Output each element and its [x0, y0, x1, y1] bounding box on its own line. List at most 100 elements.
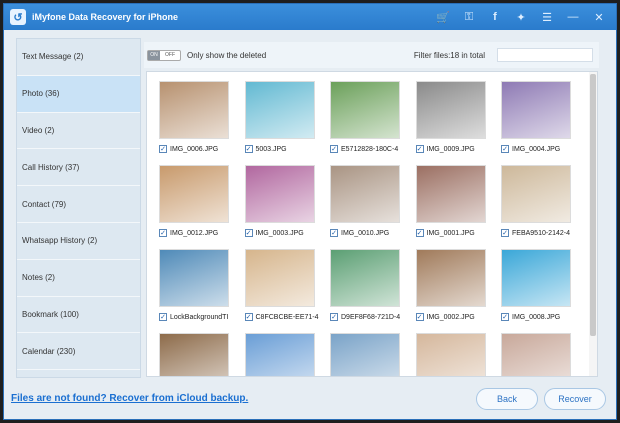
photo-thumbnail[interactable] [330, 249, 400, 307]
photo-thumbnail[interactable] [330, 165, 400, 223]
photo-grid: ✓ IMG_0006.JPG ✓ 5003.JPG ✓ E5712828-180C-4 ✓ I… [146, 71, 598, 377]
photo-tile[interactable]: ✓ IMG_0012.JPG [147, 156, 234, 237]
photo-tile[interactable]: ✓ IMG_0010.JPG [318, 156, 405, 237]
minimize-icon[interactable]: — [566, 10, 580, 24]
photo-caption: ✓ 5003.JPG [244, 145, 320, 153]
only-deleted-toggle[interactable]: ON OFF [147, 49, 181, 61]
sidebar-item-notes[interactable]: Notes (2) [17, 260, 140, 297]
photo-caption: ✓ IMG_0010.JPG [330, 229, 405, 237]
photo-tile[interactable]: ✓ IMG_0008.JPG [489, 240, 574, 321]
photo-thumbnail[interactable] [244, 333, 315, 376]
only-deleted-label: Only show the deleted [187, 50, 267, 60]
sidebar-item-whatsapp[interactable]: Whatsapp History (2) [17, 223, 140, 260]
photo-thumbnail[interactable] [159, 333, 229, 376]
filter-count-label: Filter files:18 in total [413, 50, 485, 60]
photo-thumbnail[interactable] [415, 81, 486, 139]
photo-thumbnail[interactable] [159, 81, 229, 139]
facebook-icon[interactable]: f [488, 10, 502, 24]
photo-caption: ✓ IMG_0012.JPG [159, 229, 234, 237]
sidebar-item-call-history[interactable]: Call History (37) [17, 149, 140, 187]
photo-tile[interactable] [147, 324, 232, 376]
user-key-icon[interactable]: ⚿ [462, 10, 476, 24]
sidebar-item-text-message[interactable]: Text Message (2) [17, 39, 140, 76]
photo-thumbnail[interactable] [415, 249, 486, 307]
toggle-off-label: OFF [165, 52, 175, 58]
photo-caption: ✓ IMG_0006.JPG [159, 145, 234, 153]
photo-checkbox[interactable]: ✓ [159, 313, 167, 321]
photo-tile[interactable]: ✓ C8FCBCBE-EE71-4 [233, 240, 320, 321]
photo-checkbox[interactable]: ✓ [501, 229, 509, 237]
photo-tile[interactable]: ✓ IMG_0003.JPG [233, 156, 320, 237]
photo-filename: IMG_0006.JPG [170, 145, 219, 153]
photo-tile[interactable]: ✓ IMG_0004.JPG [489, 72, 576, 153]
icloud-recover-link[interactable]: Files are not found? Recover from iCloud… [11, 393, 248, 404]
scrollbar-thumb[interactable] [590, 74, 596, 336]
photo-thumbnail[interactable] [159, 249, 229, 307]
photo-tile[interactable]: ✓ IMG_0009.JPG [404, 72, 489, 153]
filter-toolbar: ON OFF Only show the deleted Filter file… [144, 42, 599, 68]
photo-thumbnail[interactable] [159, 165, 229, 223]
photo-thumbnail[interactable] [330, 333, 400, 376]
photo-filename: IMG_0012.JPG [170, 229, 219, 237]
sidebar-item-contact[interactable]: Contact (79) [17, 186, 140, 223]
photo-thumbnail[interactable] [501, 81, 571, 139]
photo-checkbox[interactable]: ✓ [244, 145, 253, 153]
photo-filename: IMG_0004.JPG [512, 145, 561, 153]
photo-thumbnail[interactable] [501, 333, 571, 376]
recover-button[interactable]: Recover [544, 388, 606, 410]
photo-thumbnail[interactable] [415, 165, 486, 223]
filter-search-input[interactable] [497, 48, 593, 62]
back-button[interactable]: Back [476, 388, 538, 410]
photo-checkbox[interactable]: ✓ [159, 229, 167, 237]
photo-thumbnail[interactable] [244, 249, 315, 307]
close-icon[interactable]: ✕ [592, 10, 606, 24]
photo-filename: IMG_0002.JPG [426, 313, 475, 321]
sidebar-item-calendar[interactable]: Calendar (230) [17, 333, 140, 371]
photo-tile[interactable] [318, 324, 403, 376]
photo-tile[interactable]: ✓ IMG_0006.JPG [147, 72, 234, 153]
title-bar: ↺ iMyfone Data Recovery for iPhone 🛒 ⚿ f… [4, 4, 616, 30]
photo-checkbox[interactable]: ✓ [501, 313, 509, 321]
photo-checkbox[interactable]: ✓ [244, 229, 253, 237]
sidebar-item-video[interactable]: Video (2) [17, 113, 140, 150]
photo-tile[interactable] [489, 324, 574, 376]
photo-tile[interactable]: ✓ IMG_0002.JPG [404, 240, 491, 321]
window-title: iMyfone Data Recovery for iPhone [32, 12, 179, 22]
photo-filename: IMG_0003.JPG [255, 229, 304, 237]
photo-caption: ✓ LockBackgroundTI [159, 313, 234, 321]
photo-checkbox[interactable]: ✓ [415, 145, 424, 153]
photo-thumbnail[interactable] [330, 81, 400, 139]
photo-tile[interactable]: ✓ D9EF8F68-721D-4 [318, 240, 403, 321]
photo-checkbox[interactable]: ✓ [330, 229, 338, 237]
photo-thumbnail[interactable] [244, 165, 315, 223]
photo-caption: ✓ C8FCBCBE-EE71-4 [244, 313, 320, 321]
photo-tile[interactable] [233, 324, 318, 376]
photo-checkbox[interactable]: ✓ [330, 145, 338, 153]
photo-filename: E5712828-180C-4 [341, 145, 399, 153]
photo-caption: ✓ IMG_0002.JPG [415, 313, 491, 321]
photo-tile[interactable]: ✓ LockBackgroundTI [147, 240, 234, 321]
photo-thumbnail[interactable] [501, 165, 571, 223]
sidebar-item-photo[interactable]: Photo (36) [17, 75, 140, 113]
photo-checkbox[interactable]: ✓ [415, 313, 424, 321]
menu-icon[interactable]: ☰ [540, 10, 554, 24]
cart-icon[interactable]: 🛒 [436, 10, 450, 24]
photo-filename: C8FCBCBE-EE71-4 [255, 313, 319, 321]
photo-tile[interactable]: ✓ E5712828-180C-4 [318, 72, 403, 153]
photo-thumbnail[interactable] [415, 333, 486, 376]
photo-tile[interactable]: ✓ FEBA9510-2142-4 [489, 156, 574, 237]
sidebar-item-bookmark[interactable]: Bookmark (100) [17, 297, 140, 334]
photo-checkbox[interactable]: ✓ [330, 313, 338, 321]
photo-tile[interactable]: ✓ 5003.JPG [233, 72, 320, 153]
twitter-icon[interactable]: ✦ [514, 10, 528, 24]
photo-checkbox[interactable]: ✓ [159, 145, 167, 153]
photo-thumbnail[interactable] [501, 249, 571, 307]
photo-checkbox[interactable]: ✓ [415, 229, 424, 237]
photo-caption: ✓ IMG_0004.JPG [501, 145, 576, 153]
photo-caption: ✓ IMG_0003.JPG [244, 229, 320, 237]
photo-checkbox[interactable]: ✓ [244, 313, 253, 321]
photo-tile[interactable]: ✓ IMG_0001.JPG [404, 156, 489, 237]
photo-thumbnail[interactable] [244, 81, 315, 139]
photo-checkbox[interactable]: ✓ [501, 145, 509, 153]
photo-tile[interactable] [404, 324, 489, 376]
